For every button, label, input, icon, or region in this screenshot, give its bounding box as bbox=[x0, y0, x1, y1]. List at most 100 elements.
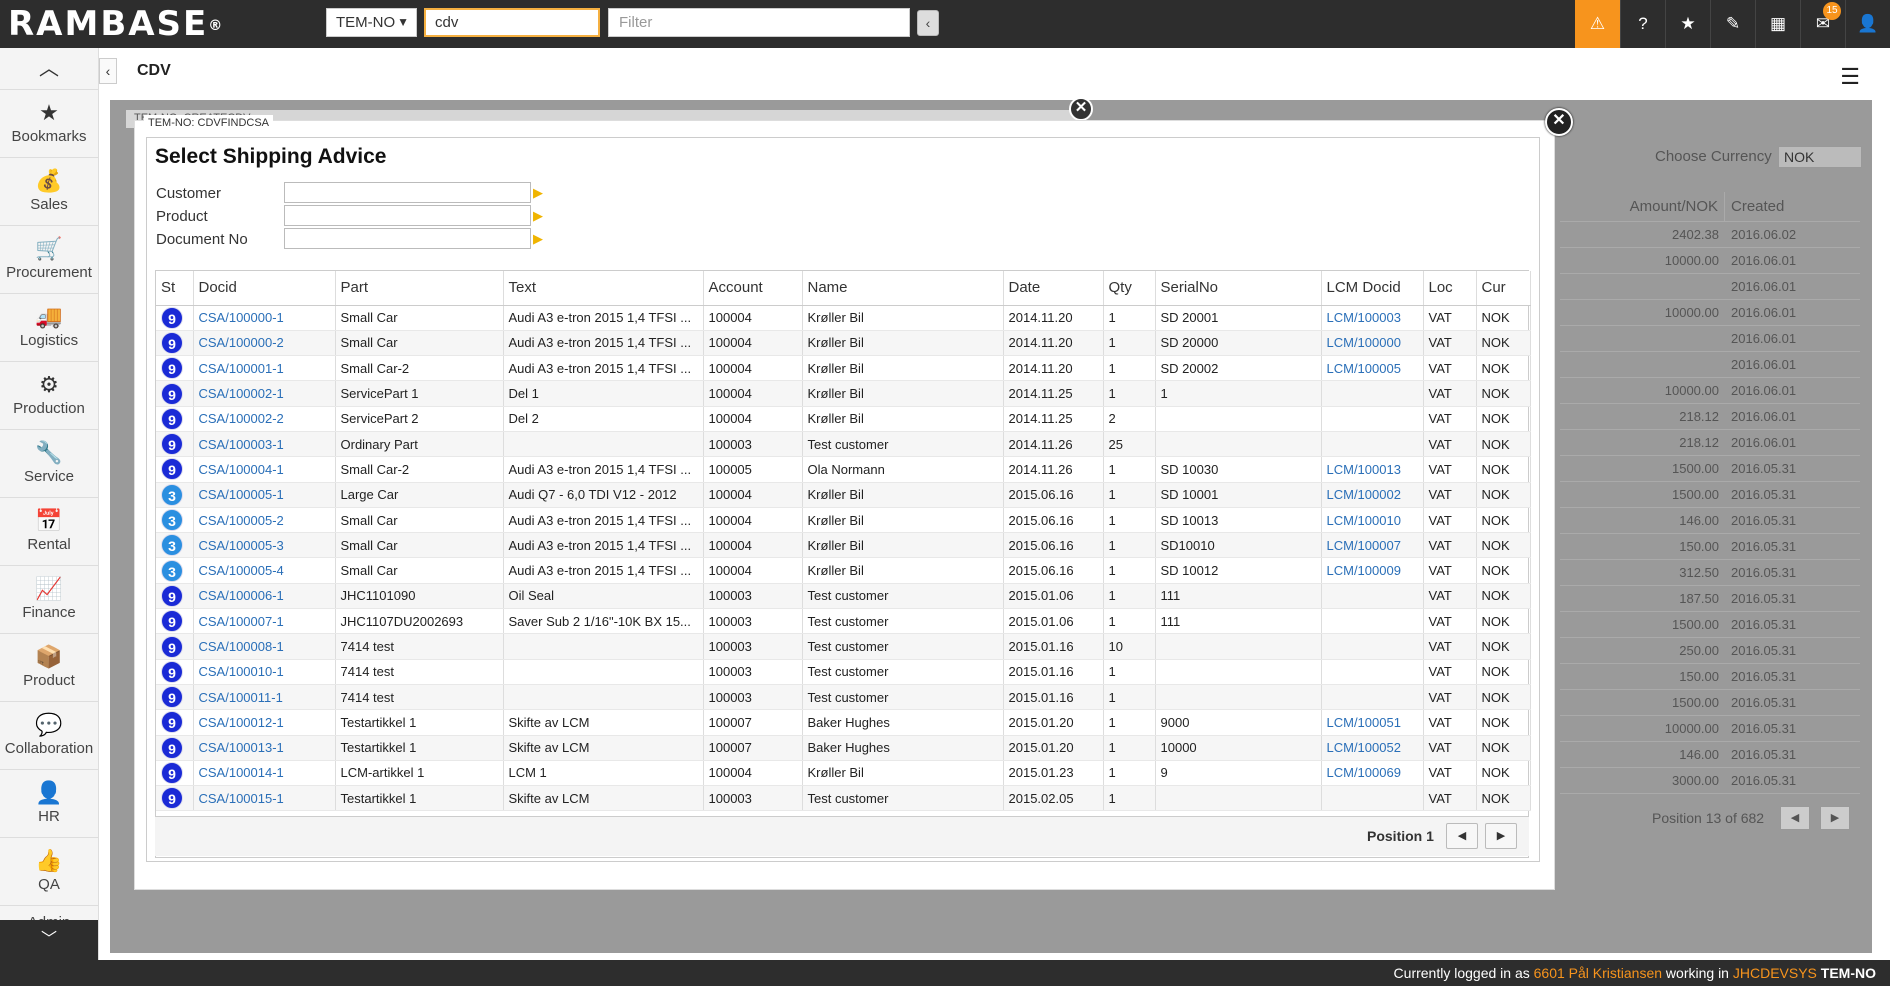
cell-docid[interactable]: CSA/100005-3 bbox=[193, 532, 336, 559]
sidebar-item-bookmarks[interactable]: ★ Bookmarks bbox=[0, 90, 98, 158]
column-header-st[interactable]: St bbox=[156, 271, 194, 306]
table-row[interactable]: 9 CSA/100000-1 Small Car Audi A3 e-tron 201… bbox=[156, 305, 1531, 331]
next-page-button[interactable]: ▶ bbox=[1485, 823, 1517, 849]
sidebar-item-production[interactable]: ⚙ Production bbox=[0, 362, 98, 430]
cell-lcm-docid[interactable] bbox=[1321, 608, 1424, 635]
column-header-lcm-docid[interactable]: LCM Docid bbox=[1321, 271, 1424, 306]
column-header-cur[interactable]: Cur bbox=[1476, 271, 1531, 306]
prev-page-button[interactable]: ◀ bbox=[1446, 823, 1478, 849]
mail-icon[interactable]: ✉ 15 bbox=[1800, 0, 1845, 48]
table-row[interactable]: 9 CSA/100001-1 Small Car-2 Audi A3 e-tron 2… bbox=[156, 355, 1531, 382]
cell-docid[interactable]: CSA/100013-1 bbox=[193, 735, 336, 761]
cell-docid[interactable]: CSA/100002-2 bbox=[193, 406, 336, 432]
table-row[interactable]: 3 CSA/100005-3 Small Car Audi A3 e-tron 201… bbox=[156, 532, 1531, 559]
table-row[interactable]: 9 CSA/100002-2 ServicePart 2 Del 2 100004 Krø… bbox=[156, 406, 1531, 432]
cell-lcm-docid[interactable]: LCM/100010 bbox=[1321, 507, 1424, 534]
cell-lcm-docid[interactable]: LCM/100013 bbox=[1321, 456, 1424, 483]
cell-docid[interactable]: CSA/100001-1 bbox=[193, 355, 336, 382]
cell-lcm-docid[interactable]: LCM/100009 bbox=[1321, 557, 1424, 584]
close-create-dialog-button[interactable]: ✕ bbox=[1069, 97, 1093, 121]
table-row[interactable]: 9 CSA/100003-1 Ordinary Part 100003 Test cus… bbox=[156, 431, 1531, 458]
sidebar-item-service[interactable]: 🔧 Service bbox=[0, 430, 98, 498]
customer-input[interactable] bbox=[284, 182, 531, 203]
table-row[interactable]: 3 CSA/100005-1 Large Car Audi Q7 - 6,0 TDI … bbox=[156, 482, 1531, 508]
table-row[interactable]: 9 CSA/100012-1 Testartikkel 1 Skifte av LCM… bbox=[156, 709, 1531, 736]
table-row[interactable]: 9 CSA/100013-1 Testartikkel 1 Skifte av LCM… bbox=[156, 735, 1531, 761]
column-header-text[interactable]: Text bbox=[503, 271, 704, 306]
table-row[interactable]: 9 CSA/100014-1 LCM-artikkel 1 LCM 1 100004 Kr… bbox=[156, 760, 1531, 787]
cell-docid[interactable]: CSA/100010-1 bbox=[193, 659, 336, 685]
background-prev-button[interactable]: ◀ bbox=[1780, 806, 1810, 830]
table-row[interactable]: 9 CSA/100007-1 JHC1107DU2002693 Saver Sub 2… bbox=[156, 608, 1531, 635]
sidebar-item-hr[interactable]: 👤 HR bbox=[0, 770, 98, 838]
cell-lcm-docid[interactable]: LCM/100069 bbox=[1321, 760, 1424, 787]
cell-docid[interactable]: CSA/100000-1 bbox=[193, 305, 336, 331]
product-lookup-icon[interactable]: ▶ bbox=[533, 209, 546, 222]
currency-select[interactable]: NOK bbox=[1778, 146, 1862, 168]
column-header-serialno[interactable]: SerialNo bbox=[1155, 271, 1322, 306]
cell-docid[interactable]: CSA/100000-2 bbox=[193, 330, 336, 357]
cell-docid[interactable]: CSA/100011-1 bbox=[193, 684, 336, 711]
company-select[interactable]: TEM-NO ▼ bbox=[326, 8, 417, 37]
cell-lcm-docid[interactable] bbox=[1321, 431, 1424, 458]
warning-icon[interactable]: ⚠ bbox=[1575, 0, 1620, 48]
cell-docid[interactable]: CSA/100005-2 bbox=[193, 507, 336, 534]
column-header-name[interactable]: Name bbox=[802, 271, 1004, 306]
cell-docid[interactable]: CSA/100006-1 bbox=[193, 583, 336, 610]
sidebar-scroll-up-icon[interactable]: ︿ bbox=[0, 48, 98, 90]
cell-lcm-docid[interactable] bbox=[1321, 633, 1424, 660]
cell-lcm-docid[interactable]: LCM/100005 bbox=[1321, 355, 1424, 382]
sidebar-item-procurement[interactable]: 🛒 Procurement bbox=[0, 226, 98, 294]
cell-docid[interactable]: CSA/100008-1 bbox=[193, 633, 336, 660]
table-row[interactable]: 9 CSA/100000-2 Small Car Audi A3 e-tron 201… bbox=[156, 330, 1531, 357]
column-header-account[interactable]: Account bbox=[703, 271, 803, 306]
bookmark-icon[interactable]: ★ bbox=[1665, 0, 1710, 48]
cell-lcm-docid[interactable]: LCM/100052 bbox=[1321, 735, 1424, 761]
table-row[interactable]: 3 CSA/100005-4 Small Car Audi A3 e-tron 201… bbox=[156, 557, 1531, 584]
logged-in-user[interactable]: 6601 Pål Kristiansen bbox=[1534, 965, 1662, 981]
user-icon[interactable]: 👤 bbox=[1845, 0, 1890, 48]
cell-lcm-docid[interactable] bbox=[1321, 785, 1424, 812]
column-header-loc[interactable]: Loc bbox=[1423, 271, 1477, 306]
column-header-qty[interactable]: Qty bbox=[1103, 271, 1156, 306]
sidebar-item-product[interactable]: 📦 Product bbox=[0, 634, 98, 702]
table-row[interactable]: 9 CSA/100011-1 7414 test 100003 Test custome… bbox=[156, 684, 1531, 711]
column-header-docid[interactable]: Docid bbox=[193, 271, 336, 306]
cell-docid[interactable]: CSA/100003-1 bbox=[193, 431, 336, 458]
customer-lookup-icon[interactable]: ▶ bbox=[533, 186, 546, 199]
cell-lcm-docid[interactable] bbox=[1321, 659, 1424, 685]
column-header-part[interactable]: Part bbox=[335, 271, 504, 306]
sidebar-item-sales[interactable]: 💰 Sales bbox=[0, 158, 98, 226]
cell-lcm-docid[interactable]: LCM/100002 bbox=[1321, 482, 1424, 508]
filter-input[interactable]: Filter bbox=[608, 8, 910, 37]
table-row[interactable]: 9 CSA/100002-1 ServicePart 1 Del 1 100004 Krø… bbox=[156, 380, 1531, 407]
calendar-icon[interactable]: ▦ bbox=[1755, 0, 1800, 48]
table-row[interactable]: 9 CSA/100004-1 Small Car-2 Audi A3 e-tron 2… bbox=[156, 456, 1531, 483]
cell-docid[interactable]: CSA/100007-1 bbox=[193, 608, 336, 635]
document-no-lookup-icon[interactable]: ▶ bbox=[533, 232, 546, 245]
cell-docid[interactable]: CSA/100004-1 bbox=[193, 456, 336, 483]
cell-lcm-docid[interactable]: LCM/100003 bbox=[1321, 305, 1424, 331]
cell-docid[interactable]: CSA/100005-1 bbox=[193, 482, 336, 508]
sidebar-item-logistics[interactable]: 🚚 Logistics bbox=[0, 294, 98, 362]
cell-lcm-docid[interactable]: LCM/100000 bbox=[1321, 330, 1424, 357]
table-row[interactable]: 3 CSA/100005-2 Small Car Audi A3 e-tron 201… bbox=[156, 507, 1531, 534]
document-no-input[interactable] bbox=[284, 228, 531, 249]
cell-docid[interactable]: CSA/100002-1 bbox=[193, 380, 336, 407]
table-row[interactable]: 9 CSA/100015-1 Testartikkel 1 Skifte av LCM… bbox=[156, 785, 1531, 812]
table-row[interactable]: 9 CSA/100006-1 JHC1101090 Oil Seal 100003 Tes… bbox=[156, 583, 1531, 610]
close-dialog-button[interactable]: ✕ bbox=[1545, 108, 1573, 136]
program-input[interactable]: cdv bbox=[424, 8, 600, 37]
cell-lcm-docid[interactable]: LCM/100051 bbox=[1321, 709, 1424, 736]
cell-lcm-docid[interactable] bbox=[1321, 684, 1424, 711]
sidebar-item-qa[interactable]: 👍 QA bbox=[0, 838, 98, 906]
product-input[interactable] bbox=[284, 205, 531, 226]
background-next-button[interactable]: ▶ bbox=[1820, 806, 1850, 830]
attachment-icon[interactable]: ✎ bbox=[1710, 0, 1755, 48]
table-row[interactable]: 9 CSA/100010-1 7414 test 100003 Test custome… bbox=[156, 659, 1531, 685]
cell-lcm-docid[interactable] bbox=[1321, 583, 1424, 610]
cell-lcm-docid[interactable] bbox=[1321, 380, 1424, 407]
table-row[interactable]: 9 CSA/100008-1 7414 test 100003 Test custome… bbox=[156, 633, 1531, 660]
cell-lcm-docid[interactable] bbox=[1321, 406, 1424, 432]
sidebar-item-rental[interactable]: 📅 Rental bbox=[0, 498, 98, 566]
